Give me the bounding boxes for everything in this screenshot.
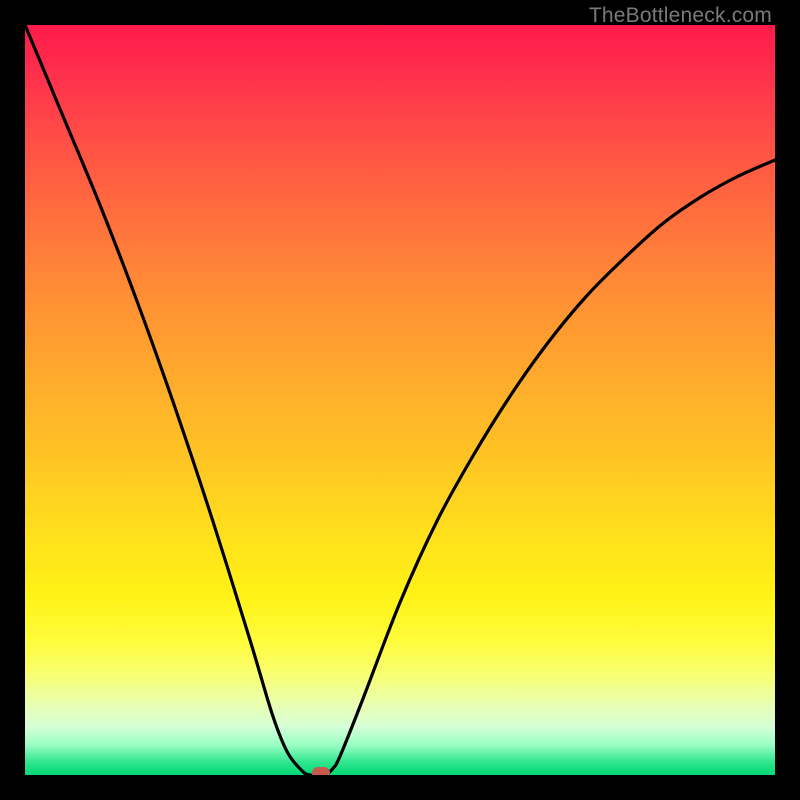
chart-container: TheBottleneck.com bbox=[0, 0, 800, 800]
curve-svg bbox=[25, 25, 775, 775]
optimal-marker bbox=[312, 767, 330, 775]
bottleneck-curve bbox=[25, 25, 775, 775]
plot-area bbox=[25, 25, 775, 775]
